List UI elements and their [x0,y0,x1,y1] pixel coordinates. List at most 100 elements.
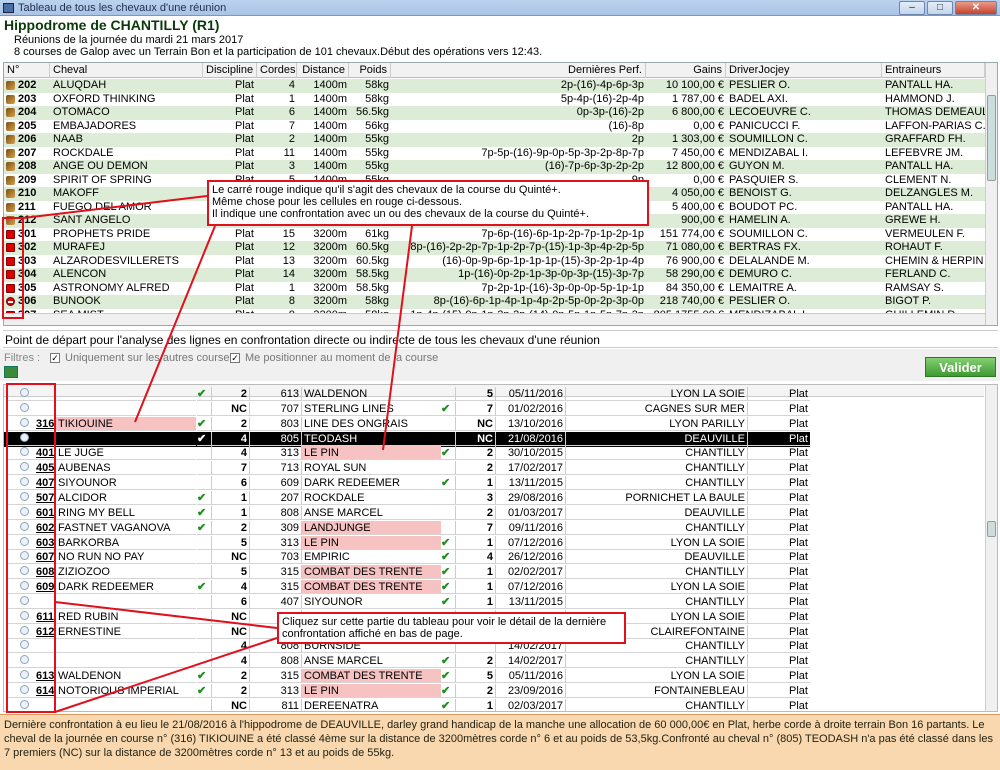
col-cordes[interactable]: Cordes [257,63,297,78]
col-cheval[interactable]: Cheval [50,63,203,78]
table-row[interactable]: 204 OTOMACO Plat 6 1400m 56.5kg 0p-3p-(16)-2p 6… [4,106,985,120]
magnifier-icon[interactable] [20,447,29,457]
col-num[interactable]: N° [4,63,50,78]
horses-table-scrollbar[interactable] [985,63,997,325]
confrontations-table[interactable]: ✔ 2 613 WALDENON 5 05/11/2016 LYON LA SOIE Plat… [3,384,998,712]
minimize-button[interactable]: – [899,1,925,15]
magnifier-icon[interactable] [20,699,29,709]
quinte-square-icon [6,283,15,293]
magnifier-icon[interactable] [20,581,29,591]
magnifier-icon[interactable] [20,536,29,546]
cell-trainer: THOMAS DEMEAULT [885,106,985,118]
window-title: Tableau de tous les chevaux d'une réunio… [18,2,227,14]
confrontation-row[interactable]: ✔ 4 805 TEODASH NC 21/08/2016 DEAUVILLE Plat [4,431,810,447]
confrontation-row[interactable]: 316 TIKIOUINE ✔ 2 803 LINE DES ONGRAIS NC 13/10… [4,416,810,432]
excel-export-icon[interactable] [4,366,18,378]
check-icon: ✔ [441,684,455,698]
check-icon: ✔ [197,491,211,505]
cell-check-1 [197,402,211,416]
scrollbar-thumb[interactable] [987,521,996,537]
table-row[interactable]: 206 NAAB Plat 2 1400m 55kg 2p 1 303,00 € SOUMILL… [4,133,985,147]
confrontation-row[interactable]: ✔ 2 613 WALDENON 5 05/11/2016 LYON LA SOIE Plat [4,387,810,402]
magnifier-icon[interactable] [20,417,29,427]
col-perf[interactable]: Dernières Perf. [391,63,646,78]
confrontation-row[interactable]: 401 LE JUGE 4 313 LE PIN ✔ 2 30/10/2015 CHANTILL… [4,446,810,461]
horses-table-hscrollbar[interactable] [4,313,985,325]
confrontation-row[interactable]: 601 RING MY BELL ✔ 1 808 ANSE MARCEL 2 01/03/20… [4,505,810,521]
confrontation-row[interactable]: 6 407 SIYOUNOR ✔ 1 13/11/2015 CHANTILLY Plat [4,594,810,610]
cell-num: 205 [18,119,37,132]
check-icon: ✔ [441,536,455,550]
confrontation-row[interactable]: NC 811 DEREENATRA ✔ 1 02/03/2017 CHANTILLY Plat [4,698,810,711]
col-discipline[interactable]: Discipline [203,63,257,78]
confrontation-row[interactable]: 4 808 ANSE MARCEL ✔ 2 14/02/2017 CHANTILLY Plat [4,654,810,669]
magnifier-icon[interactable] [20,685,29,694]
table-row[interactable]: 205 EMBAJADORES Plat 7 1400m 56kg (16)-8p 0,00 … [4,119,985,133]
confrontation-row[interactable]: 407 SIYOUNOR 6 609 DARK REDEEMER ✔ 1 13/11/2015… [4,476,810,491]
cell-trainer: HAMMOND J. [885,92,955,105]
col-gains[interactable]: Gains [646,63,726,78]
last-confrontation-detail: Dernière confrontation à eu lieu le 21/0… [0,714,1000,770]
cell-num: 603 [36,536,54,549]
filter-checkbox-1[interactable]: ✓ [50,353,60,363]
magnifier-icon[interactable] [20,640,29,650]
magnifier-icon[interactable] [20,462,29,472]
filter-checkbox-2[interactable]: ✓ [230,353,240,363]
magnifier-icon[interactable] [20,432,29,442]
magnifier-icon[interactable] [20,506,29,516]
horse-icon [6,135,15,144]
table-row[interactable]: 304 ALENCON Plat 14 3200m 58.5kg 1p-(16)-0p-2p… [4,268,985,282]
magnifier-icon[interactable] [20,670,29,680]
table-row[interactable]: 301 PROPHETS PRIDE Plat 15 3200m 61kg 7p-6p-(1… [4,227,985,241]
confrontation-row[interactable]: 614 NOTORIOUS IMPERIAL ✔ 2 313 LE PIN ✔ 2 23/09/… [4,684,810,699]
maximize-button[interactable]: □ [927,1,953,15]
confrontation-row[interactable]: 608 ZIZIOZOO 5 315 COMBAT DES TRENTE ✔ 1 02/02/… [4,565,810,580]
table-row[interactable]: 202 ALUQDAH Plat 4 1400m 58kg 2p-(16)-4p-6p-3p… [4,79,985,93]
confrontation-row[interactable]: NC 707 STERLING LINES ✔ 7 01/02/2016 CAGNES SU… [4,401,810,417]
magnifier-icon[interactable] [20,625,29,635]
table-row[interactable]: 303 ALZARODESVILLERETS Plat 13 3200m 60.5kg (1… [4,254,985,268]
table-row[interactable]: 203 OXFORD THINKING Plat 1 1400m 58kg 5p-4p-(1… [4,92,985,106]
magnifier-icon[interactable] [20,610,29,620]
col-poids[interactable]: Poids [349,63,391,78]
cell-num: 301 [18,227,37,240]
confrontation-row[interactable]: 609 DARK REDEEMER ✔ 4 315 COMBAT DES TRENTE ✔ 1… [4,580,810,595]
confrontation-row[interactable]: 507 ALCIDOR ✔ 1 207 ROCKDALE 3 29/08/2016 PORNIC… [4,490,810,506]
magnifier-icon[interactable] [20,551,29,561]
magnifier-icon[interactable] [20,491,29,501]
confrontations-table-scrollbar[interactable] [985,385,997,711]
magnifier-icon[interactable] [20,388,29,397]
confrontation-row[interactable]: 602 FASTNET VAGANOVA ✔ 2 309 LANDJUNGE 7 09/11/… [4,520,810,536]
magnifier-icon[interactable] [20,655,29,665]
table-row[interactable]: 302 MURAFEJ Plat 12 3200m 60.5kg 8p-(16)-2p-2p… [4,241,985,255]
horse-icon [6,121,15,131]
cell-horse-name: WALDENON [56,669,196,684]
confrontation-row[interactable]: 607 NO RUN NO PAY NC 703 EMPIRIC ✔ 4 26/12/2016… [4,550,810,565]
magnifier-icon[interactable] [20,566,29,576]
horse-icon [6,202,15,212]
magnifier-icon[interactable] [20,595,29,605]
close-button[interactable]: ✕ [955,1,997,15]
cell-hippodrome: CHANTILLY [565,698,747,711]
cell-horse-name: DARK REDEEMER [56,580,196,595]
valider-button[interactable]: Valider [925,357,996,377]
magnifier-icon[interactable] [20,477,29,487]
magnifier-icon[interactable] [20,521,29,531]
table-row[interactable]: 305 ASTRONOMY ALFRED Plat 1 3200m 58.5kg 7p-2p… [4,281,985,295]
cell-horse-name: SIYOUNOR [56,476,196,491]
confrontation-row[interactable]: 613 WALDENON ✔ 2 315 COMBAT DES TRENTE ✔ 5 05/11… [4,669,810,684]
confrontation-row[interactable]: 603 BARKORBA 5 313 LE PIN ✔ 1 07/12/2016 LYON LA… [4,535,810,551]
confrontation-row[interactable]: 405 AUBENAS 7 713 ROYAL SUN 2 17/02/2017 CHANTI… [4,461,810,476]
col-entraineurs[interactable]: Entraineurs [882,63,985,78]
scrollbar-thumb[interactable] [987,95,996,181]
col-jockey[interactable]: DriverJocjey [726,63,882,78]
table-row[interactable]: 306 BUNOOK Plat 8 3200m 58kg 8p-(16)-6p-1p-4p-… [4,295,985,309]
cell-num [36,654,54,668]
table-row[interactable]: 208 ANGE OU DEMON Plat 3 1400m 55kg (16)-7p-6p… [4,160,985,174]
table-row[interactable]: 207 ROCKDALE Plat 11 1400m 55kg 7p-5p-(16)-9p-… [4,146,985,160]
cell-place-1: 5 [211,565,249,580]
col-distance[interactable]: Distance [297,63,349,78]
magnifier-icon[interactable] [20,402,29,412]
cell-horse-name: SANT ANGELO [53,214,131,226]
cell-discipline: Plat [747,446,810,461]
